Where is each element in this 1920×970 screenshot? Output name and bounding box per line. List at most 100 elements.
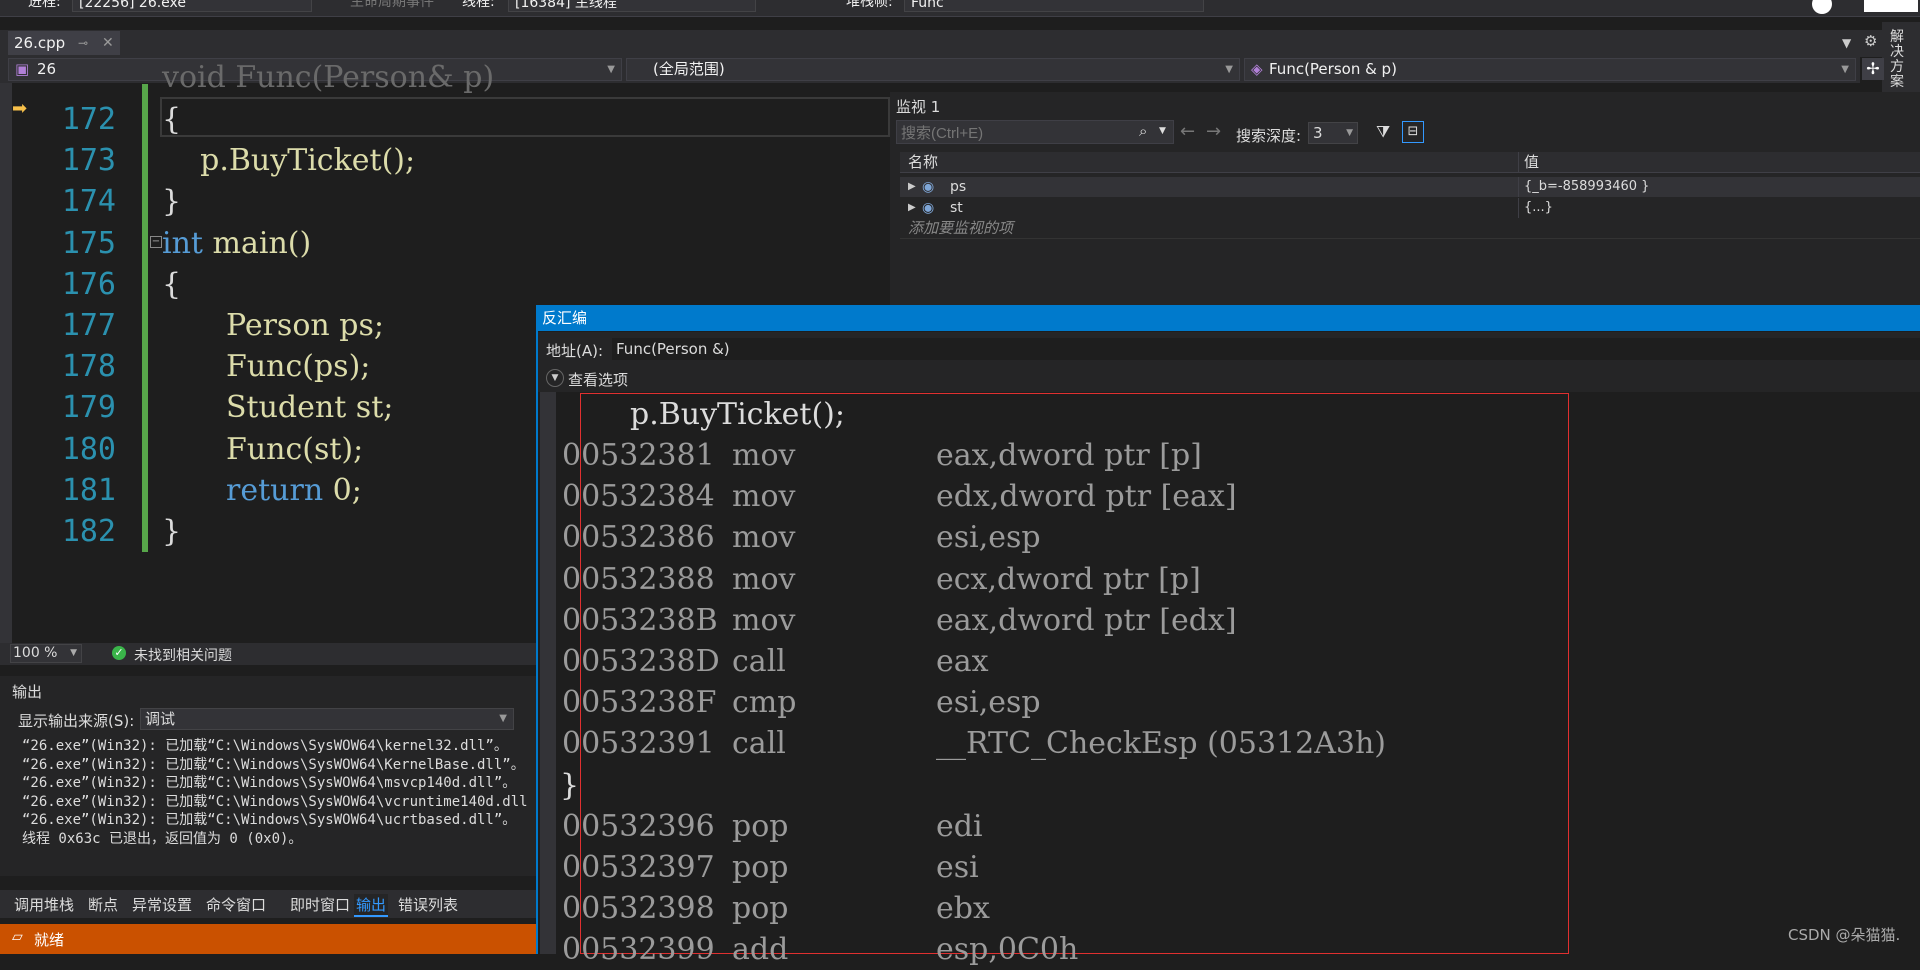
code-line[interactable]: Person ps; <box>226 305 384 346</box>
close-icon[interactable]: ✕ <box>102 31 114 55</box>
code-line[interactable]: } <box>162 181 181 222</box>
process-combo[interactable]: [22256] 26.exe <box>72 0 312 12</box>
watch-search-input[interactable] <box>899 122 1133 144</box>
asm-args: ecx,dword ptr [p] <box>936 561 1201 597</box>
gear-icon[interactable] <box>1812 0 1832 14</box>
chevron-down-icon: ▼ <box>607 64 615 75</box>
code-text: p.BuyTicket(); <box>162 143 416 179</box>
code-function: Func <box>226 349 303 385</box>
watch-value: {...} <box>1524 200 1553 215</box>
output-line: “26.exe”(Win32): 已加载“C:\Windows\SysWOW64… <box>22 738 508 754</box>
stackframe-label: 堆栈帧: <box>846 0 893 10</box>
column-divider <box>1518 177 1519 197</box>
output-line: “26.exe”(Win32): 已加载“C:\Windows\SysWOW64… <box>22 793 528 810</box>
disassembly-margin[interactable] <box>540 392 556 954</box>
column-divider[interactable] <box>1518 152 1519 172</box>
line-number: 173 <box>61 143 116 179</box>
solution-explorer-label: 解决方案 <box>1890 29 1904 90</box>
line-number: 180 <box>61 431 116 467</box>
code-line[interactable]: { <box>162 264 181 305</box>
asm-op: pop <box>732 808 789 844</box>
scope-value: (全局范围) <box>653 60 725 78</box>
member-combo[interactable]: ◈ Func(Person & p) ▼ <box>1244 58 1856 81</box>
chevron-down-icon[interactable]: ▼ <box>546 369 564 387</box>
view-options-bar[interactable]: ▼ 查看选项 <box>538 366 1920 392</box>
bottom-tab[interactable]: 调用堆栈 <box>14 894 74 915</box>
asm-addr: 00532396 <box>562 808 715 844</box>
watch-row[interactable]: ▶ ◉ st {...} <box>900 198 1920 218</box>
account-icon[interactable] <box>1864 0 1918 12</box>
zoom-combo[interactable]: 100 % ▼ <box>10 644 82 663</box>
chevron-down-icon: ▼ <box>1841 64 1849 75</box>
chevron-down-icon[interactable]: ▼ <box>1159 126 1166 136</box>
document-tab-26cpp[interactable]: 26.cpp ⊸ ✕ <box>8 31 120 55</box>
check-icon: ✓ <box>112 646 126 660</box>
asm-args: eax,dword ptr [p] <box>936 438 1202 473</box>
status-text: 就绪 <box>34 931 65 949</box>
bottom-tab[interactable]: 输出 <box>354 894 389 917</box>
hex-display-icon[interactable]: ⊟ <box>1402 121 1424 143</box>
thread-combo[interactable]: [16384] 主线程 <box>508 0 756 12</box>
bottom-tab[interactable]: 错误列表 <box>398 894 458 915</box>
watermark: CSDN @朵猫猫. <box>1788 926 1901 944</box>
watch-col-name[interactable]: 名称 <box>908 152 938 172</box>
watch-search-box[interactable]: ⌕ ▼ <box>896 120 1174 144</box>
bottom-tab[interactable]: 命令窗口 <box>206 894 266 915</box>
line-number: 179 <box>61 390 116 426</box>
code-line[interactable]: { <box>162 99 181 140</box>
code-line[interactable]: } <box>162 511 181 552</box>
code-line[interactable]: Func(st); <box>226 429 363 470</box>
indicator-margin[interactable] <box>0 83 12 643</box>
forward-arrow-icon[interactable]: → <box>1206 121 1221 142</box>
asm-op: mov <box>732 602 796 638</box>
split-editor-icon[interactable]: ✢ <box>1862 58 1884 80</box>
code-line-171-partial: void Func(Person& p) <box>162 60 495 95</box>
watch-title: 监视 1 <box>896 98 941 116</box>
issues-status[interactable]: 未找到相关问题 <box>134 645 232 665</box>
code-line[interactable]: int main() <box>162 223 311 264</box>
variable-icon: ◉ <box>922 200 935 216</box>
back-arrow-icon[interactable]: ← <box>1180 121 1195 142</box>
asm-args: esi,esp <box>936 520 1041 556</box>
output-text[interactable]: “26.exe”(Win32): 已加载“C:\Windows\SysWOW64… <box>22 737 542 848</box>
asm-args: esi,esp <box>936 685 1041 721</box>
filter-icon[interactable]: ⧩ <box>1376 122 1390 142</box>
code-line[interactable]: p.BuyTicket(); <box>162 140 415 181</box>
expand-arrow-icon[interactable]: ▶ <box>908 177 916 197</box>
add-watch-row[interactable]: 添加要监视的项 <box>900 218 1920 239</box>
bottom-tab[interactable]: 即时窗口 <box>290 894 350 915</box>
bottom-tool-tabs: 调用堆栈 断点 异常设置 命令窗口 即时窗口 输出 错误列表 <box>0 890 540 918</box>
bottom-tab[interactable]: 异常设置 <box>132 894 192 915</box>
asm-addr: 00532399 <box>562 932 715 968</box>
code-line[interactable]: return 0; <box>226 470 362 511</box>
expand-arrow-icon[interactable]: ▶ <box>908 198 916 218</box>
output-source-label: 显示输出来源(S): <box>18 712 135 730</box>
solution-explorer-tab[interactable]: 解决方案 <box>1882 22 1920 102</box>
line-number: 182 <box>61 514 116 549</box>
asm-addr: 00532386 <box>562 520 715 556</box>
pin-icon[interactable]: ⊸ <box>78 31 88 55</box>
asm-args: __RTC_CheckEsp (05312A3h) <box>936 726 1386 762</box>
bottom-tab[interactable]: 断点 <box>88 894 118 915</box>
search-icon[interactable]: ⌕ <box>1139 122 1147 140</box>
address-input[interactable]: Func(Person &) <box>612 338 1920 360</box>
variable-icon: ◉ <box>922 179 935 195</box>
tab-overflow-icon[interactable]: ▼ <box>1842 36 1851 50</box>
code-line[interactable]: Student st; <box>226 387 393 428</box>
scope-combo[interactable]: (全局范围) ▼ <box>626 58 1240 81</box>
collapse-icon[interactable]: − <box>150 236 162 248</box>
asm-addr: 0053238D <box>562 644 720 679</box>
settings-icon[interactable]: ⚙ <box>1864 32 1877 50</box>
watch-row[interactable]: ▶ ◉ ps {_b=-858993460 } <box>900 177 1920 197</box>
code-function: Func <box>226 431 303 467</box>
lifecycle-events-label[interactable]: 生命周期事件 <box>350 0 434 12</box>
code-keyword: return <box>226 472 324 508</box>
watch-col-value[interactable]: 值 <box>1524 152 1539 172</box>
code-line[interactable]: Func(ps); <box>226 346 370 387</box>
asm-op: call <box>732 644 786 679</box>
asm-op: mov <box>732 479 796 515</box>
stackframe-combo[interactable]: Func <box>904 0 1204 12</box>
search-depth-combo[interactable]: 3 ▼ <box>1308 122 1358 144</box>
line-number: 172 <box>61 102 116 137</box>
output-source-combo[interactable]: 调试 ▼ <box>140 708 514 730</box>
